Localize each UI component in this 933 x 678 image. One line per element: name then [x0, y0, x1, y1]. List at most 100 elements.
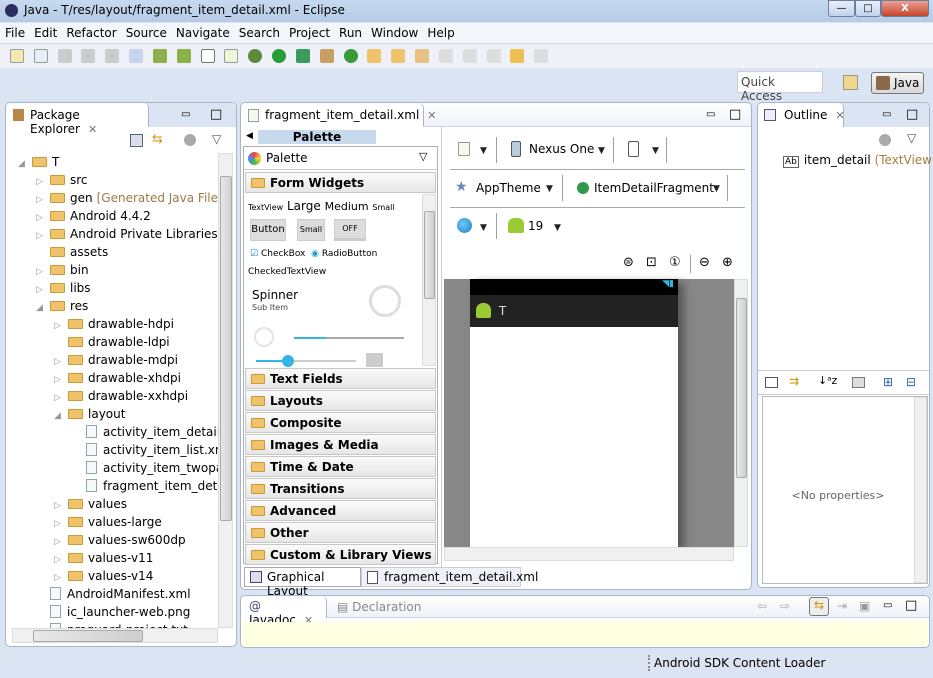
maximize-button[interactable]: □ — [855, 0, 881, 17]
tree-item[interactable]: ▷ src — [36, 173, 88, 191]
collapsed-arrow-icon[interactable]: ▷ — [36, 177, 50, 187]
categories-icon[interactable] — [765, 377, 778, 388]
zoom-out-icon[interactable]: ⊖ — [699, 255, 710, 270]
back-icon[interactable] — [510, 49, 525, 63]
tree-item[interactable]: ▷ bin — [36, 263, 89, 281]
device-selector[interactable]: Nexus One — [529, 142, 594, 156]
link-with-selection-icon[interactable]: ⇆ — [809, 597, 829, 616]
palette-scrollbar[interactable] — [422, 194, 436, 366]
new-class-icon[interactable] — [33, 49, 48, 63]
expanded-arrow-icon[interactable]: ◢ — [36, 303, 50, 313]
collapsed-arrow-icon[interactable]: ▷ — [54, 321, 68, 331]
chevron-down-icon[interactable]: ▼ — [554, 223, 561, 233]
skip-breakpoints-icon[interactable] — [129, 49, 144, 63]
palette-category[interactable]: Advanced — [245, 500, 436, 521]
collapsed-arrow-icon[interactable]: ▷ — [36, 231, 50, 241]
widget-spinner[interactable]: Spinner — [252, 288, 298, 302]
palette-category[interactable]: Text Fields — [245, 368, 436, 389]
tree-item[interactable]: AndroidManifest.xml — [36, 587, 191, 605]
new-java-class-icon[interactable] — [343, 49, 358, 63]
save-all-icon[interactable] — [81, 49, 96, 63]
expanded-arrow-icon[interactable]: ◢ — [54, 411, 68, 421]
open-input-icon[interactable]: ▣ — [859, 599, 870, 613]
collapsed-arrow-icon[interactable]: ▷ — [36, 213, 50, 223]
maximize-view-icon[interactable]: □ — [210, 107, 222, 122]
menu-search[interactable]: Search — [234, 23, 284, 40]
chevron-down-icon[interactable]: ▼ — [713, 184, 720, 194]
palette-category[interactable]: Layouts — [245, 390, 436, 411]
maximize-editor-icon[interactable]: □ — [729, 107, 741, 122]
minimize-view-icon[interactable]: ▭ — [882, 109, 891, 120]
widget-progressbar-horizontal[interactable] — [294, 337, 404, 339]
widget-seekbar[interactable] — [256, 355, 356, 367]
collapsed-arrow-icon[interactable]: ▷ — [54, 357, 68, 367]
widget-textview[interactable]: TextView — [248, 203, 283, 212]
avd-manager-icon[interactable] — [176, 49, 191, 63]
canvas-horizontal-scrollbar[interactable] — [444, 547, 734, 561]
widget-medium-text[interactable]: Medium — [325, 200, 369, 213]
menu-window[interactable]: Window — [366, 23, 422, 40]
widget-radiobutton[interactable]: RadioButton — [322, 249, 377, 259]
tree-item[interactable]: ◢ res — [36, 299, 88, 317]
previous-annotation-icon[interactable] — [462, 49, 477, 63]
widget-button[interactable]: Button — [250, 219, 286, 241]
next-annotation-icon[interactable] — [438, 49, 453, 63]
view-menu-filters-icon[interactable] — [184, 134, 196, 146]
close-tab-icon[interactable]: ✕ — [835, 109, 844, 122]
open-perspective-icon[interactable] — [843, 75, 858, 90]
tree-item[interactable]: drawable-ldpi — [54, 335, 170, 353]
tree-item[interactable]: activity_item_list.xml — [72, 443, 218, 461]
tab-javadoc[interactable]: @ Javadoc ✕ — [241, 596, 327, 627]
tree-item[interactable]: ▷ values-large — [54, 515, 162, 533]
chevron-down-icon[interactable]: ▼ — [598, 146, 605, 156]
menu-navigate[interactable]: Navigate — [171, 23, 234, 40]
palette-category[interactable]: Composite — [245, 412, 436, 433]
tree-item[interactable]: ic_launcher-web.png — [36, 605, 190, 623]
zoom-in-icon[interactable]: ⊕ — [722, 255, 733, 270]
palette-title[interactable]: Palette ▽ — [244, 147, 437, 170]
android-sdk-manager-icon[interactable] — [152, 49, 167, 63]
api-level-selector[interactable]: 19 — [528, 219, 543, 233]
chevron-down-icon[interactable]: ▼ — [480, 146, 487, 156]
palette-menu-icon[interactable]: ▽ — [419, 150, 427, 163]
minimize-button[interactable]: — — [828, 0, 855, 17]
palette-category[interactable]: Other — [245, 522, 436, 543]
collapsed-arrow-icon[interactable]: ▷ — [36, 267, 50, 277]
filters-icon[interactable] — [879, 134, 891, 146]
tree-item[interactable]: ▷ drawable-xxhdpi — [54, 389, 188, 407]
tree-item[interactable]: activity_item_detail.xml — [72, 425, 218, 443]
link-with-editor-icon[interactable]: ⇆ — [152, 132, 163, 147]
menu-source[interactable]: Source — [121, 23, 171, 40]
category-form-widgets[interactable]: Form Widgets — [245, 172, 436, 193]
open-task-icon[interactable] — [391, 49, 406, 63]
outline-item[interactable]: Ab item_detail (TextView) — [783, 153, 933, 168]
chevron-down-icon[interactable]: ▼ — [652, 146, 659, 156]
tab-package-explorer[interactable]: Package Explorer ✕ — [6, 103, 149, 136]
print-icon[interactable] — [105, 49, 120, 63]
sort-az-icon[interactable]: ↓ᵃz — [818, 374, 837, 387]
menu-file[interactable]: File — [0, 23, 29, 40]
tree-item[interactable]: ◢ layout — [54, 407, 125, 425]
tree-item[interactable]: ▷ drawable-xhdpi — [54, 371, 181, 389]
open-attached-javadoc-icon[interactable]: ⇥ — [837, 599, 847, 613]
tree-item[interactable]: ▷ drawable-mdpi — [54, 353, 178, 371]
collapsed-arrow-icon[interactable]: ▷ — [54, 393, 68, 403]
palette-category[interactable]: Transitions — [245, 478, 436, 499]
back-icon[interactable]: ⇦ — [757, 599, 767, 613]
minimize-view-icon[interactable]: ▭ — [883, 600, 892, 611]
tree-item[interactable]: assets — [36, 245, 108, 263]
tree-item[interactable]: ▷ drawable-hdpi — [54, 317, 174, 335]
widget-progressbar[interactable] — [254, 327, 274, 347]
menu-project[interactable]: Project — [284, 23, 334, 40]
collapsed-arrow-icon[interactable]: ▷ — [36, 195, 50, 205]
tree-vertical-scrollbar[interactable] — [218, 153, 233, 628]
menu-refactor[interactable]: Refactor — [61, 23, 120, 40]
tab-xml-source[interactable]: fragment_item_detail.xml — [361, 567, 538, 587]
properties-scrollbar[interactable] — [914, 397, 927, 583]
zoom-100-icon[interactable]: ① — [669, 255, 681, 270]
theme-selector[interactable]: AppTheme — [476, 181, 541, 195]
widget-small-button[interactable]: Small — [297, 219, 325, 241]
chevron-down-icon[interactable]: ▼ — [480, 223, 487, 233]
widget-small-text[interactable]: Small — [372, 203, 394, 212]
widget-toggle-button[interactable]: OFF — [334, 219, 366, 241]
